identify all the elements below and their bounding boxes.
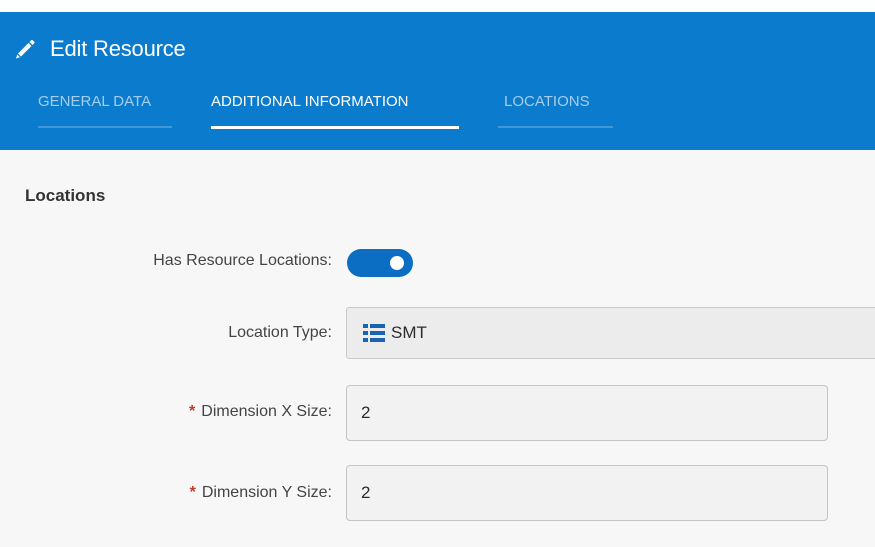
header-bar: Edit Resource GENERAL DATA ADDITIONAL IN… [0,12,875,150]
tab-general-data[interactable]: GENERAL DATA [38,92,172,128]
location-type-label: Location Type: [228,324,332,342]
required-asterisk: * [189,403,196,420]
label-text: Dimension Y Size: [201,484,332,501]
dimension-y-label: * Dimension Y Size: [190,484,332,502]
tab-label: ADDITIONAL INFORMATION [211,93,409,110]
title-row: Edit Resource [14,33,186,65]
toggle-knob [390,256,404,270]
dimension-x-input[interactable] [346,385,828,441]
tab-label: GENERAL DATA [38,93,152,110]
pencil-icon [14,38,36,60]
dimension-y-input[interactable] [346,465,828,521]
tab-underline [211,126,459,129]
label-text: Location Type: [228,324,332,341]
label-text: Dimension X Size: [201,403,332,420]
tab-additional-information[interactable]: ADDITIONAL INFORMATION [211,92,459,129]
label-text: Has Resource Locations: [153,252,332,269]
has-locations-toggle[interactable] [347,249,413,277]
required-asterisk: * [189,484,196,501]
has-locations-label: Has Resource Locations: [153,252,332,270]
tab-underline [498,126,613,128]
location-type-value: SMT [391,323,427,342]
form-panel: Locations Has Resource Locations: Locati… [0,150,875,547]
page-title: Edit Resource [50,36,186,61]
tab-label: LOCATIONS [504,93,590,110]
tab-underline [38,126,172,128]
tab-locations[interactable]: LOCATIONS [498,92,613,128]
location-type-select[interactable]: SMT [346,307,875,359]
section-title: Locations [25,186,106,205]
list-icon [363,324,385,342]
dimension-x-label: * Dimension X Size: [189,403,332,421]
